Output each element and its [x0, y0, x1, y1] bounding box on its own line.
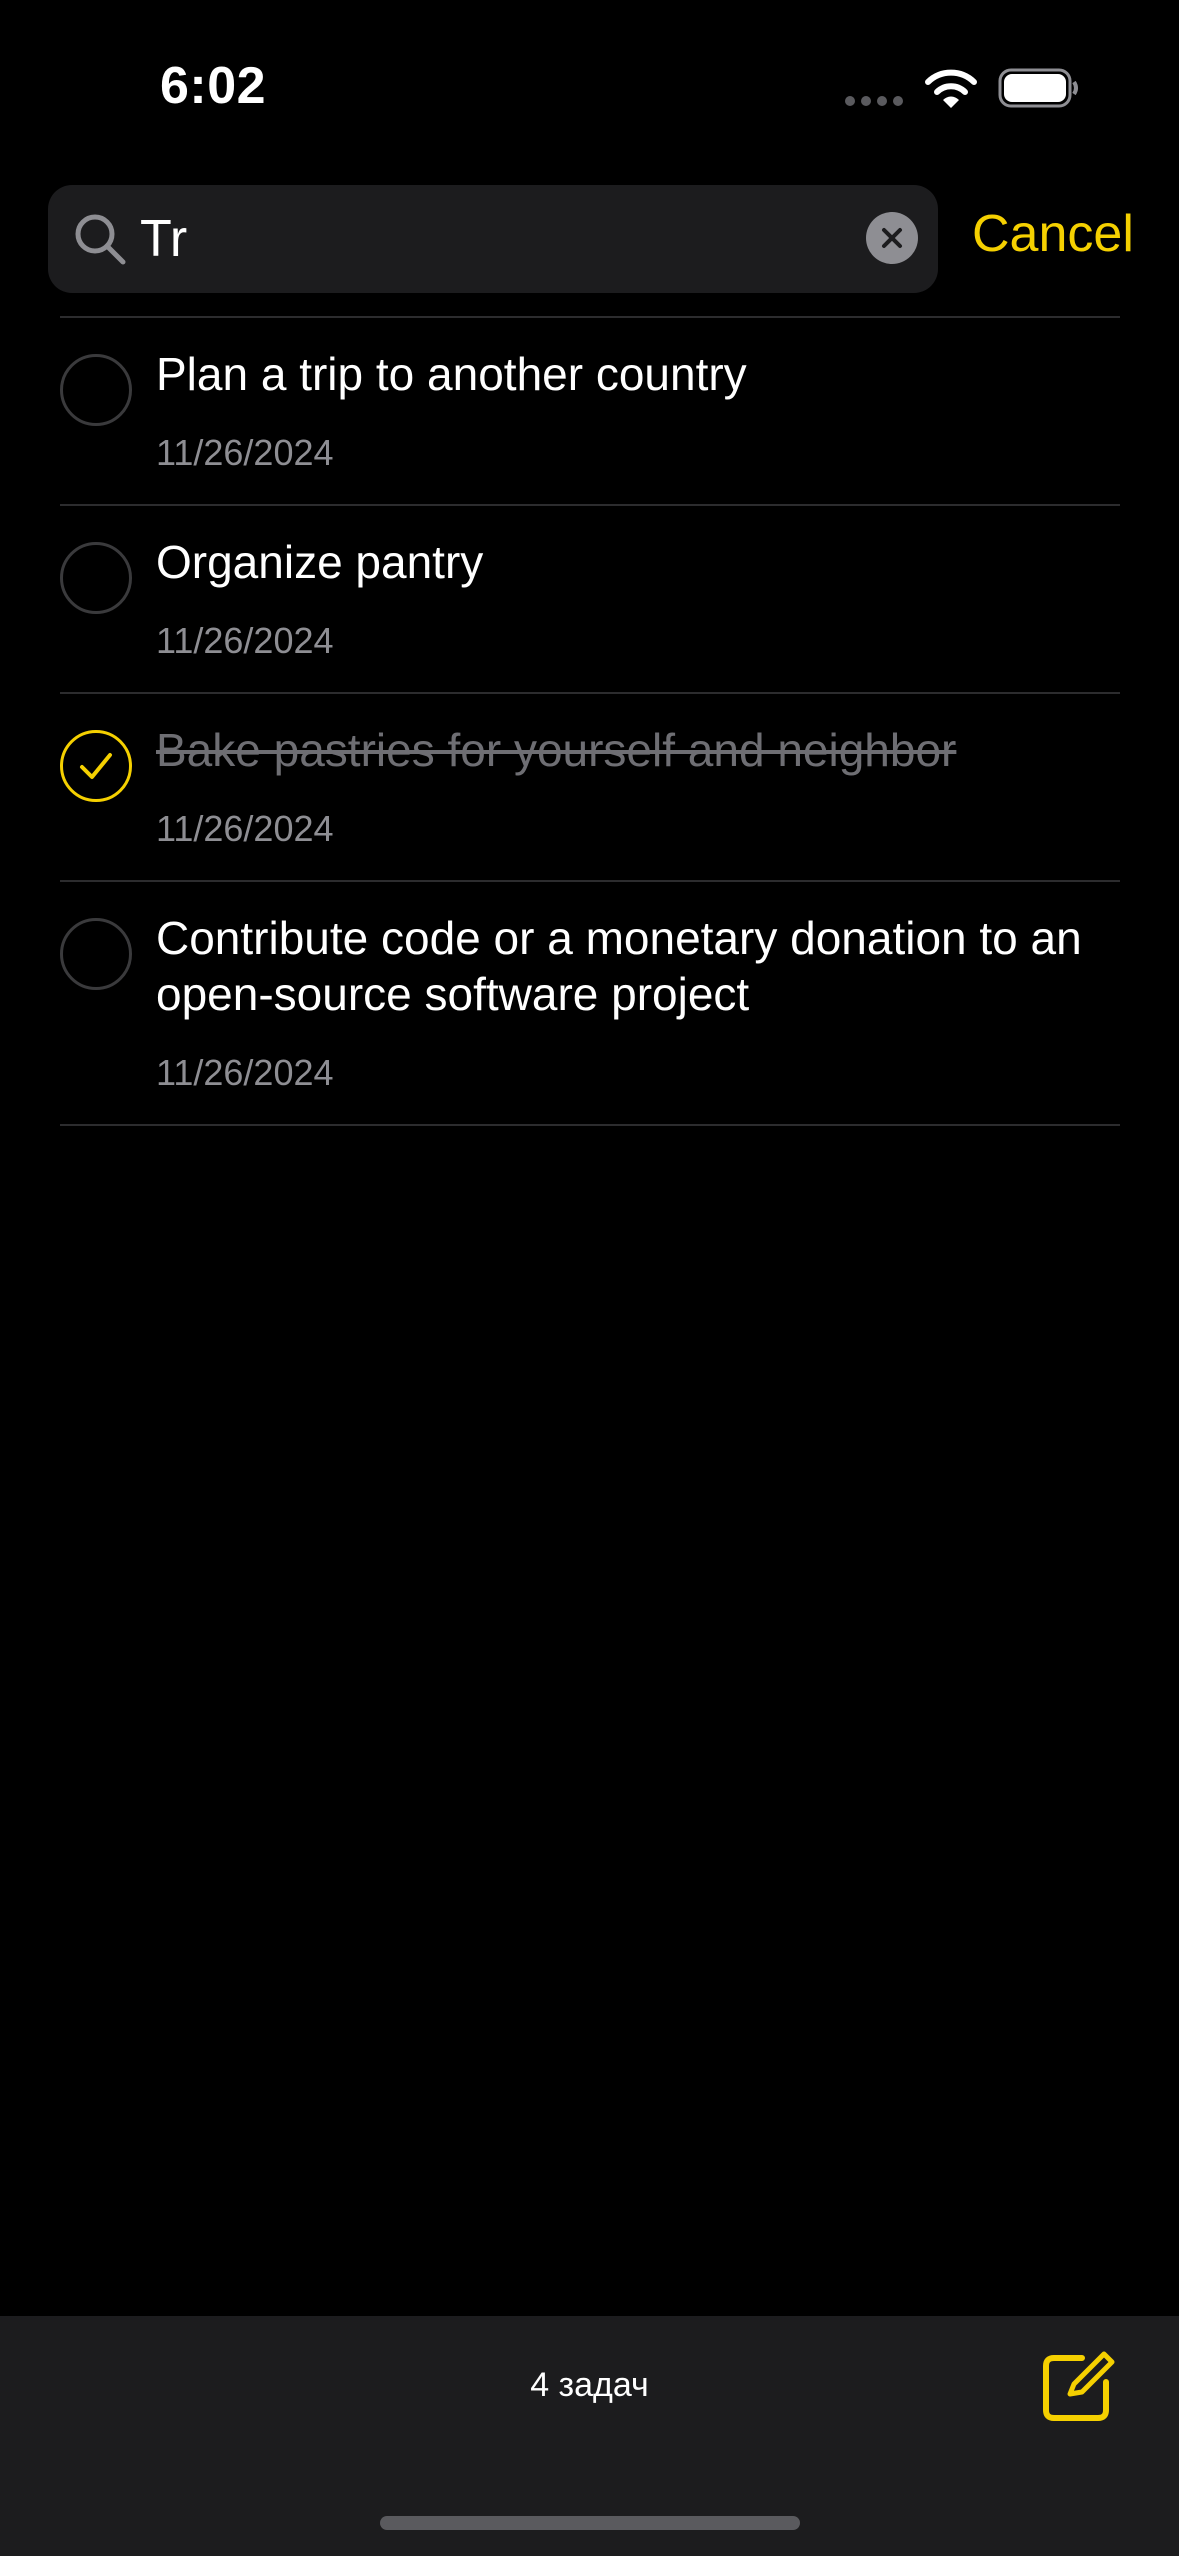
task-date: 11/26/2024	[156, 1052, 334, 1093]
compose-icon[interactable]	[1038, 2346, 1118, 2426]
task-row[interactable]: Bake pastries for yourself and neighbor …	[60, 694, 1120, 882]
task-title: Plan a trip to another country	[156, 348, 747, 400]
bottom-toolbar: 4 задач	[0, 2316, 1179, 2556]
home-indicator	[380, 2516, 800, 2530]
checkmark-icon	[80, 753, 112, 779]
search-icon	[75, 214, 126, 265]
battery-icon	[998, 68, 1078, 108]
task-count: 4 задач	[530, 2366, 649, 2404]
task-title: Contribute code or a monetary donation t…	[156, 912, 1082, 1020]
wifi-icon	[925, 69, 977, 108]
status-time: 6:02	[160, 57, 267, 115]
task-row[interactable]: Organize pantry 11/26/2024	[60, 506, 1120, 694]
task-row[interactable]: Plan a trip to another country 11/26/202…	[60, 318, 1120, 506]
task-checkbox[interactable]	[60, 542, 132, 614]
task-checkbox-checked[interactable]	[60, 730, 132, 802]
search-input[interactable]	[140, 201, 840, 277]
task-date: 11/26/2024	[156, 808, 334, 849]
task-date: 11/26/2024	[156, 620, 334, 661]
task-date: 11/26/2024	[156, 432, 334, 473]
cancel-button[interactable]: Cancel	[972, 204, 1134, 264]
clear-icon	[882, 228, 902, 248]
task-title: Organize pantry	[156, 536, 484, 588]
status-bar: 6:02	[0, 0, 1179, 180]
search-field[interactable]	[48, 185, 938, 293]
task-list: Plan a trip to another country 11/26/202…	[60, 316, 1120, 1126]
clear-search-button[interactable]	[866, 212, 918, 264]
task-row[interactable]: Contribute code or a monetary donation t…	[60, 882, 1120, 1126]
task-checkbox[interactable]	[60, 354, 132, 426]
task-checkbox[interactable]	[60, 918, 132, 990]
cellular-signal-icon	[845, 96, 903, 106]
task-title: Bake pastries for yourself and neighbor	[156, 724, 957, 776]
